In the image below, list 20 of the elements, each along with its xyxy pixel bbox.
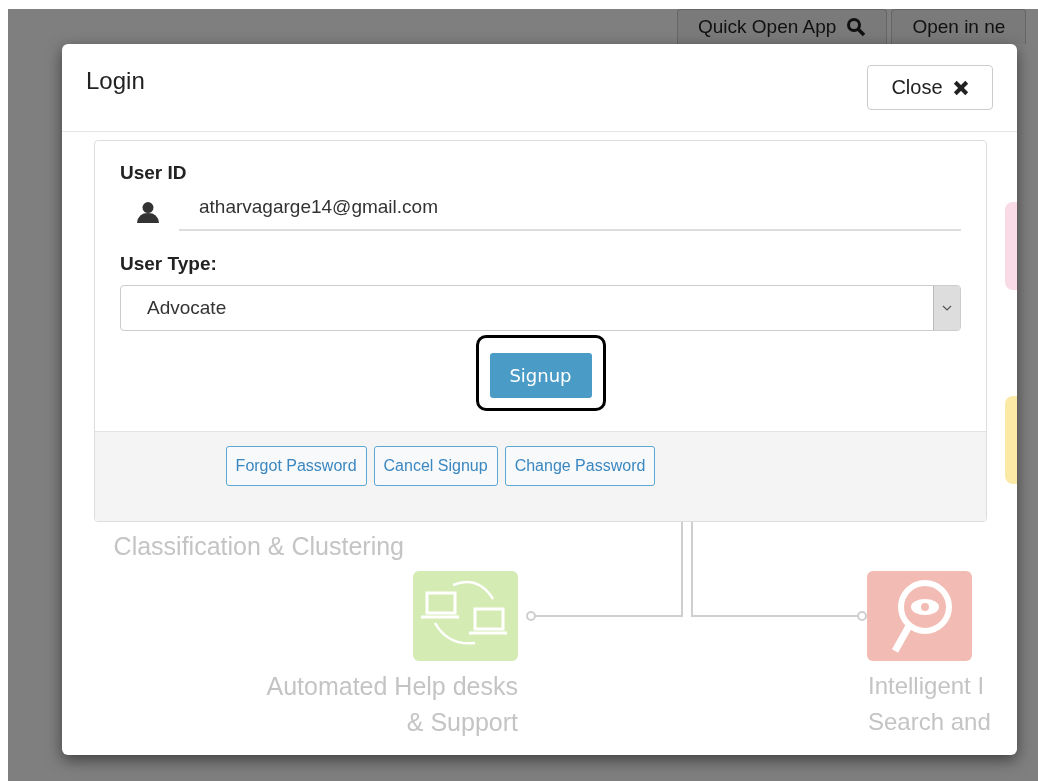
chevron-down-icon [942, 305, 952, 311]
link-button[interactable]: Cancel Signup [373, 446, 498, 486]
link-button[interactable]: Forgot Password [225, 446, 367, 486]
diagram-caption: Intelligent I Search and [868, 671, 991, 737]
user-id-label: User ID [120, 162, 188, 184]
help-desk-tile-icon [413, 571, 518, 661]
diagram-caption: Automated Help desks & Support [266, 671, 518, 738]
user-type-label: User Type: [120, 253, 218, 275]
signup-button[interactable]: Signup [489, 353, 592, 398]
close-icon [952, 79, 969, 96]
dialog-title: Login [86, 67, 145, 95]
toolbar-button[interactable]: Quick Open App [677, 9, 888, 44]
close-button[interactable]: Close [867, 65, 993, 110]
link-button[interactable]: Change Password [504, 446, 656, 486]
diagram-caption: Classification & Clustering [113, 531, 404, 562]
user-icon [137, 200, 159, 223]
magnifier-eye-tile-icon [867, 571, 972, 661]
search-icon [846, 17, 867, 37]
user-type-dropdown[interactable]: Advocate [120, 285, 961, 331]
toolbar-button[interactable]: Open in ne [891, 9, 1027, 44]
